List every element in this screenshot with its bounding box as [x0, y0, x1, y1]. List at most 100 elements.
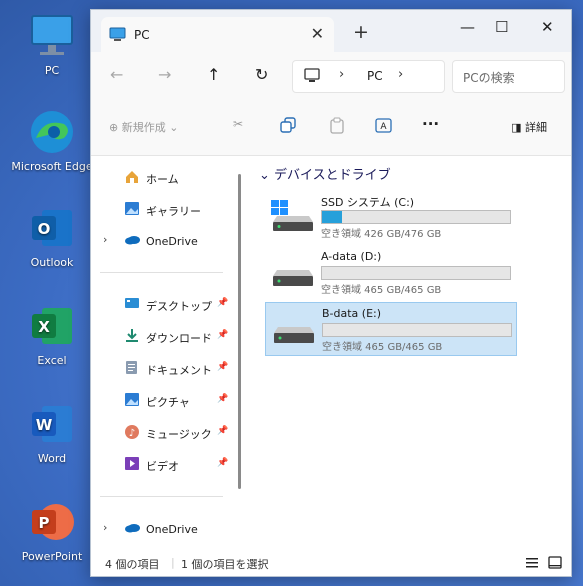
home-icon — [124, 169, 140, 187]
sidebar-item-label: ホーム — [146, 173, 179, 186]
sidebar-item-label: デスクトップ — [146, 300, 212, 313]
sidebar-item-downloads[interactable]: ダウンロード 📌 — [91, 324, 241, 350]
chevron-right-icon: › — [339, 67, 345, 82]
sidebar-item-videos[interactable]: ビデオ 📌 — [91, 452, 241, 478]
drive-name: B-data (E:) — [322, 307, 382, 320]
title-bar: PC ✕ + — ☐ ✕ — [91, 10, 571, 52]
sidebar-item-label: ビデオ — [146, 460, 179, 473]
desktop-icon-label: Microsoft Edge — [11, 160, 93, 173]
chevron-down-icon: ⌄ — [259, 168, 270, 183]
sidebar-item-gallery[interactable]: ギャラリー — [91, 197, 241, 223]
forward-button[interactable]: → — [158, 65, 171, 84]
sidebar-item-label: OneDrive — [146, 235, 198, 248]
sidebar-item-onedrive-2[interactable]: › OneDrive — [91, 517, 241, 543]
desktop-icon-pc[interactable]: PC — [0, 12, 104, 77]
up-button[interactable]: ↑ — [207, 65, 220, 84]
tiles-view-button[interactable] — [548, 556, 562, 572]
picture-icon — [124, 392, 140, 410]
drive-usage-bar — [321, 210, 511, 224]
paste-button[interactable] — [329, 117, 345, 137]
maximize-button[interactable]: ☐ — [495, 18, 508, 36]
section-header[interactable]: ⌄ デバイスとドライブ — [259, 164, 391, 183]
chevron-right-icon[interactable]: › — [103, 233, 107, 246]
pin-icon[interactable]: 📌 — [217, 426, 228, 436]
drive-item[interactable]: A-data (D:) 空き領域 465 GB/465 GB — [265, 246, 515, 298]
monitor-icon — [28, 12, 76, 60]
sidebar-item-desktop[interactable]: デスクトップ 📌 — [91, 292, 241, 318]
sidebar-item-home[interactable]: ホーム — [91, 165, 241, 191]
chevron-right-icon[interactable]: › — [103, 521, 107, 534]
sidebar-item-label: ミュージック — [146, 428, 212, 441]
sidebar-item-onedrive[interactable]: › OneDrive — [91, 229, 241, 255]
sidebar-item-music[interactable]: ♪ ミュージック 📌 — [91, 420, 241, 446]
minimize-button[interactable]: — — [460, 18, 475, 36]
pin-icon[interactable]: 📌 — [217, 330, 228, 340]
desktop-icon-label: PC — [44, 64, 60, 77]
tiles-view-icon — [548, 556, 562, 569]
drive-usage-fill — [322, 211, 342, 223]
desktop-icon-powerpoint[interactable]: P PowerPoint — [0, 498, 104, 563]
tab-pc[interactable]: PC ✕ — [101, 17, 334, 52]
desktop-icon-label: Excel — [37, 354, 67, 367]
breadcrumb[interactable]: PC — [367, 69, 383, 83]
pin-icon[interactable]: 📌 — [217, 362, 228, 372]
desktop-icon-label: PowerPoint — [21, 550, 83, 563]
sidebar-item-documents[interactable]: ドキュメント 📌 — [91, 356, 241, 382]
desktop-icon-label: Outlook — [30, 256, 74, 269]
more-options-button[interactable]: ··· — [422, 115, 439, 133]
windows-drive-icon — [271, 200, 315, 235]
new-tab-button[interactable]: + — [353, 21, 369, 43]
selection-count: 1 個の項目を選択 — [181, 558, 269, 571]
navigation-pane: ホーム ギャラリー › OneDrive デスクトップ 📌 ダウンロード 📌 ド… — [91, 156, 244, 549]
refresh-button[interactable]: ↻ — [255, 65, 268, 84]
status-bar: 4 個の項目 | 1 個の項目を選択 — [91, 549, 571, 576]
divider — [100, 496, 223, 497]
chevron-right-icon[interactable]: › — [398, 67, 403, 82]
desktop-icon-outlook[interactable]: O Outlook — [0, 204, 104, 269]
item-count: 4 個の項目 — [105, 558, 160, 571]
tab-title: PC — [134, 28, 150, 42]
drive-item[interactable]: SSD システム (C:) 空き領域 426 GB/476 GB — [265, 190, 515, 242]
chevron-down-icon: ⌄ — [169, 121, 179, 134]
svg-text:X: X — [38, 318, 50, 336]
desktop-icon — [124, 296, 140, 313]
close-tab-icon[interactable]: ✕ — [311, 24, 324, 43]
drive-item-selected[interactable]: B-data (E:) 空き領域 465 GB/465 GB — [265, 302, 517, 356]
details-button-label: 詳細 — [525, 121, 547, 134]
drive-usage-bar — [321, 266, 511, 280]
sidebar-item-pictures[interactable]: ピクチャ 📌 — [91, 388, 241, 414]
details-view-button[interactable] — [525, 556, 539, 572]
navigation-bar: ← → ↑ ↻ › PC › PCの検索 — [91, 52, 571, 99]
svg-text:P: P — [39, 514, 50, 532]
monitor-icon — [304, 68, 320, 86]
pin-icon[interactable]: 📌 — [217, 458, 228, 468]
pin-icon[interactable]: 📌 — [217, 394, 228, 404]
details-button[interactable]: ◨ 詳細 — [511, 119, 547, 135]
new-button[interactable]: ⊕ 新規作成 ⌄ — [109, 119, 178, 135]
sidebar-item-label: ギャラリー — [146, 205, 201, 218]
drive-name: A-data (D:) — [321, 250, 382, 263]
drive-name: SSD システム (C:) — [321, 196, 415, 209]
address-bar[interactable]: › PC › — [292, 60, 445, 93]
svg-text:O: O — [38, 220, 51, 238]
desktop-icon-excel[interactable]: X Excel — [0, 302, 104, 367]
excel-icon: X — [28, 302, 76, 350]
scissors-icon: ✂ — [233, 117, 244, 131]
document-icon — [124, 360, 140, 378]
rename-button[interactable]: A — [375, 117, 392, 137]
pin-icon[interactable]: 📌 — [217, 298, 228, 308]
copy-button[interactable] — [280, 117, 296, 136]
desktop-icon-edge[interactable]: Microsoft Edge — [0, 108, 104, 173]
cut-button[interactable]: ✂ — [233, 117, 243, 131]
back-button[interactable]: ← — [110, 65, 123, 84]
search-input[interactable]: PCの検索 — [452, 60, 565, 93]
desktop-icon-label: Word — [37, 452, 67, 465]
divider: | — [171, 556, 175, 569]
drive-free-space: 空き領域 465 GB/465 GB — [321, 285, 442, 296]
close-window-button[interactable]: ✕ — [541, 18, 554, 36]
desktop-icon-word[interactable]: W Word — [0, 400, 104, 465]
sidebar-item-label: ピクチャ — [146, 396, 190, 409]
divider — [100, 272, 223, 273]
clipboard-icon — [330, 117, 344, 134]
section-title: デバイスとドライブ — [274, 168, 391, 183]
